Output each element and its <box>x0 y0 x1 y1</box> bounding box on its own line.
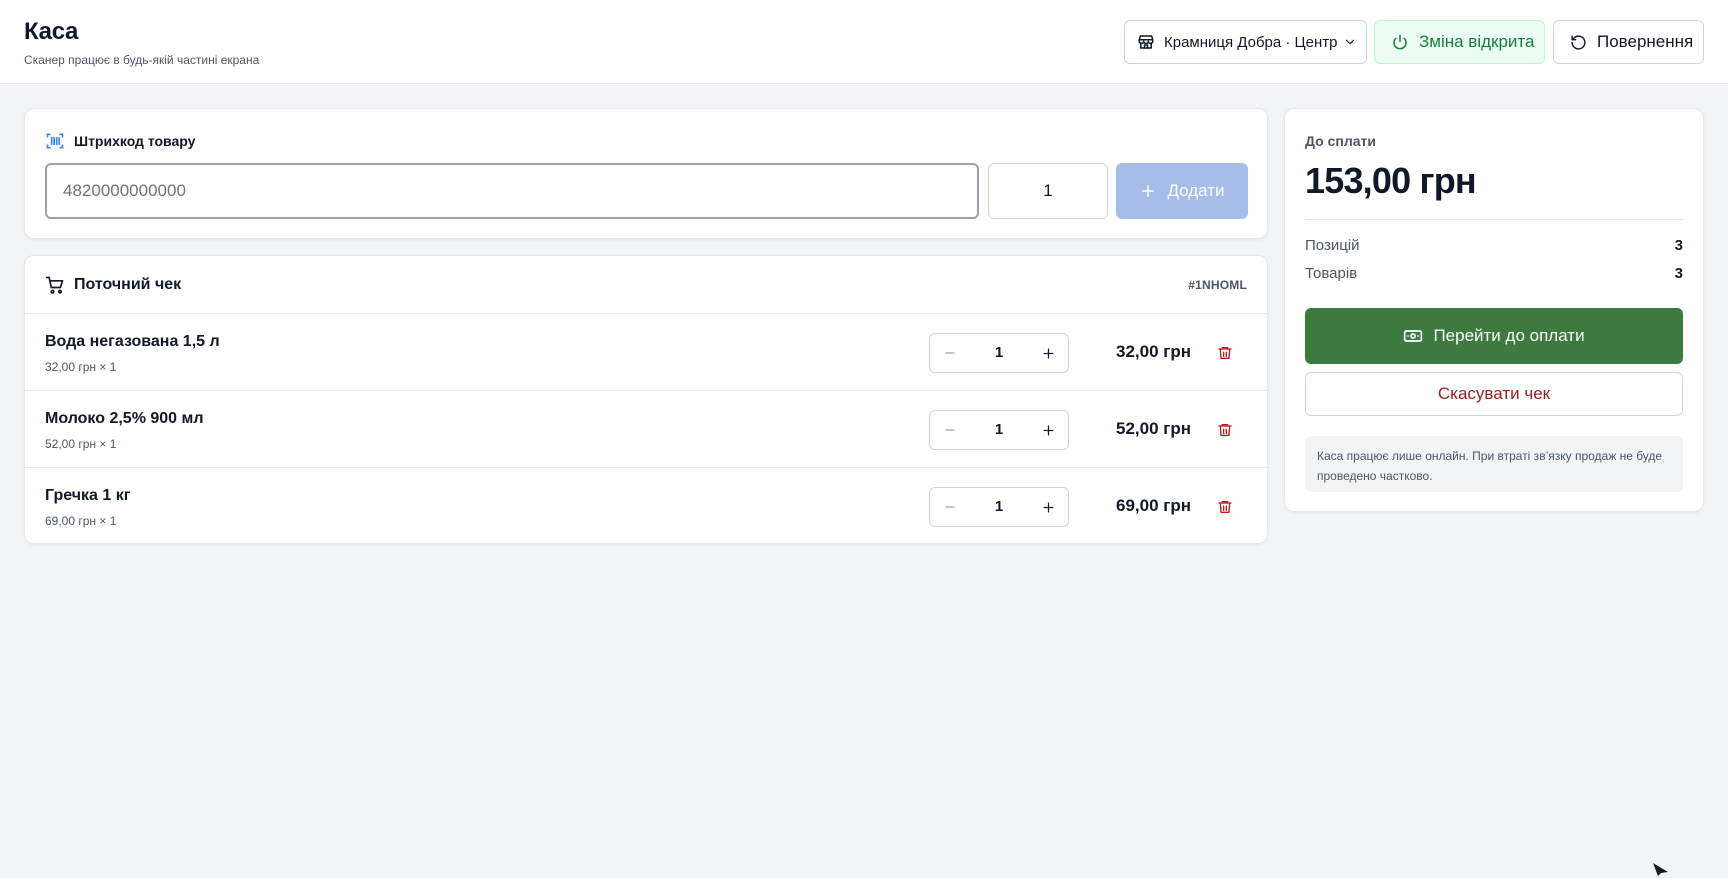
increase-quantity-button[interactable] <box>1028 488 1068 526</box>
top-bar: Каса Сканер працює в будь-якій частині е… <box>0 0 1728 84</box>
proceed-to-payment-button[interactable]: Перейти до оплати <box>1305 308 1683 364</box>
add-item-label: Додати <box>1167 181 1225 200</box>
trash-icon <box>1218 347 1232 359</box>
barcode-card-header: Штрихкод товару <box>45 131 195 151</box>
amount-due-value: 153,00 грн <box>1305 160 1477 201</box>
quantity-stepper: 1 <box>929 333 1069 373</box>
mouse-cursor-icon <box>1653 863 1668 876</box>
item-quantity: 1 <box>994 421 1004 438</box>
goods-label: Товарів <box>1305 265 1358 282</box>
receipt-item-row: Гречка 1 кг 69,00 грн × 1 1 69,00 грн <box>25 468 1267 543</box>
page-subtitle: Сканер працює в будь-якій частині екрана <box>24 53 260 67</box>
trash-icon <box>1218 501 1232 513</box>
item-name: Молоко 2,5% 900 мл <box>45 410 204 427</box>
shopping-cart-icon <box>45 276 64 294</box>
rotate-ccw-icon <box>1571 34 1586 50</box>
banknote-icon <box>1404 330 1423 342</box>
goods-value: 3 <box>1674 265 1683 282</box>
decrease-quantity-button[interactable] <box>930 334 970 372</box>
item-unit-price: 69,00 грн × 1 <box>45 514 117 528</box>
payment-summary-card: До сплати 153,00 грн Позицій 3 Товарів 3… <box>1284 108 1704 512</box>
plus-icon <box>1043 502 1053 512</box>
receipt-header: Поточний чек #1NHOML <box>25 256 1267 314</box>
receipt-item-row: Вода негазована 1,5 л 32,00 грн × 1 1 32… <box>25 314 1267 391</box>
cancel-receipt-label: Скасувати чек <box>1437 384 1551 403</box>
shift-status-label: Зміна відкрита <box>1419 32 1535 51</box>
receipt-id: #1NHOML <box>1188 278 1247 292</box>
quantity-stepper: 1 <box>929 487 1069 527</box>
shift-status-button[interactable]: Зміна відкрита <box>1374 20 1545 64</box>
decrease-quantity-button[interactable] <box>930 488 970 526</box>
increase-quantity-button[interactable] <box>1028 334 1068 372</box>
power-icon <box>1393 34 1407 50</box>
barcode-input[interactable] <box>45 163 979 219</box>
add-item-button[interactable]: Додати <box>1116 163 1248 219</box>
barcode-card-title: Штрихкод товару <box>74 133 196 149</box>
store-icon <box>1138 35 1154 49</box>
positions-value: 3 <box>1674 237 1683 254</box>
item-quantity: 1 <box>994 344 1004 361</box>
minus-icon <box>945 429 955 431</box>
barcode-scan-icon <box>46 133 64 149</box>
delete-item-button[interactable] <box>1213 418 1237 442</box>
quantity-stepper: 1 <box>929 410 1069 450</box>
item-total: 32,00 грн <box>1116 342 1191 361</box>
item-unit-price: 32,00 грн × 1 <box>45 360 117 374</box>
page-title: Каса <box>24 18 79 45</box>
minus-icon <box>945 352 955 354</box>
positions-label: Позицій <box>1305 237 1360 254</box>
return-label: Повернення <box>1597 32 1694 51</box>
plus-icon <box>1043 425 1053 435</box>
decrease-quantity-button[interactable] <box>930 411 970 449</box>
quantity-input[interactable] <box>988 163 1108 219</box>
amount-due-label: До сплати <box>1305 133 1376 149</box>
current-receipt-card: Поточний чек #1NHOML Вода негазована 1,5… <box>24 255 1268 544</box>
item-total: 52,00 грн <box>1116 419 1191 438</box>
minus-icon <box>945 506 955 508</box>
delete-item-button[interactable] <box>1213 495 1237 519</box>
plus-icon <box>1142 185 1155 197</box>
increase-quantity-button[interactable] <box>1028 411 1068 449</box>
delete-item-button[interactable] <box>1213 341 1237 365</box>
store-selector-button[interactable]: Крамниця Добра · Центр <box>1124 20 1367 64</box>
store-selector-label: Крамниця Добра · Центр <box>1164 33 1338 51</box>
item-unit-price: 52,00 грн × 1 <box>45 437 117 451</box>
item-quantity: 1 <box>994 498 1004 515</box>
cancel-receipt-button[interactable]: Скасувати чек <box>1305 372 1683 416</box>
trash-icon <box>1218 424 1232 436</box>
return-button[interactable]: Повернення <box>1553 20 1704 64</box>
receipt-item-row: Молоко 2,5% 900 мл 52,00 грн × 1 1 52,00… <box>25 391 1267 468</box>
plus-icon <box>1043 348 1053 358</box>
item-name: Гречка 1 кг <box>45 487 131 504</box>
proceed-to-payment-label: Перейти до оплати <box>1433 326 1585 345</box>
positions-stat: Позицій 3 <box>1305 237 1683 254</box>
goods-stat: Товарів 3 <box>1305 265 1683 282</box>
divider <box>1305 219 1683 220</box>
chevron-down-icon <box>1345 39 1354 45</box>
receipt-title: Поточний чек <box>74 276 182 293</box>
barcode-card: Штрихкод товару Додати <box>24 108 1268 239</box>
item-name: Вода негазована 1,5 л <box>45 333 220 350</box>
online-only-notice: Каса працює лише онлайн. При втраті зв’я… <box>1305 436 1683 492</box>
item-total: 69,00 грн <box>1116 496 1191 515</box>
